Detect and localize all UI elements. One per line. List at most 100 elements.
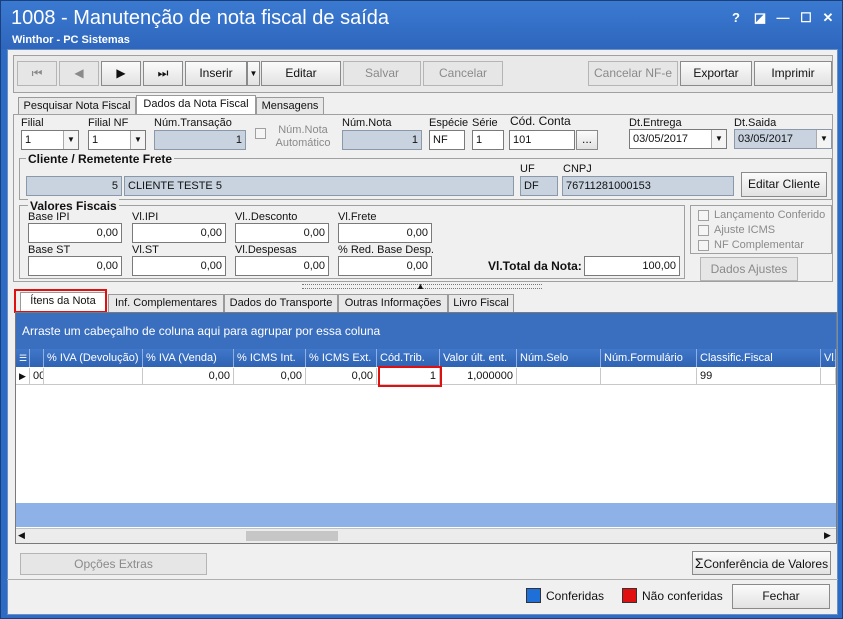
chevron-down-icon[interactable]: ▼ — [816, 130, 831, 148]
vl-desconto-label: Vl..Desconto — [235, 211, 298, 223]
cnpj-field[interactable]: 76711281000153 — [562, 176, 734, 196]
nf-compl-checkbox[interactable] — [698, 240, 709, 251]
horizontal-scrollbar[interactable]: ◀ ▶ — [16, 528, 836, 543]
tab-livro-fiscal[interactable]: Livro Fiscal — [448, 294, 514, 312]
tab-inf-complementares[interactable]: Inf. Complementares — [108, 294, 224, 312]
col-header-classific-fiscal[interactable]: Classific.Fiscal — [697, 349, 821, 367]
dados-ajustes-button[interactable]: Dados Ajustes — [700, 257, 798, 281]
serie-field[interactable]: 1 — [472, 130, 504, 150]
first-record-button[interactable]: ⏮ — [17, 61, 57, 86]
table-cell[interactable]: 0,00 — [234, 368, 306, 385]
dt-saida-field[interactable]: 03/05/2017 ▼ — [734, 129, 832, 149]
table-cell[interactable]: 0,00 — [143, 368, 234, 385]
row-indicator-icon[interactable]: ▶ — [16, 368, 30, 385]
opcoes-extras-button[interactable]: Opções Extras — [20, 553, 207, 575]
col-header-iva-devolucao[interactable]: % IVA (Devolução) — [44, 349, 143, 367]
ajuste-checkbox[interactable] — [698, 225, 709, 236]
group-panel[interactable]: Arraste um cabeçalho de coluna aqui para… — [16, 313, 836, 349]
conferidas-label: Conferidas — [546, 589, 605, 603]
dt-entrega-field[interactable]: 03/05/2017 ▼ — [629, 129, 727, 149]
col-header-iva-venda[interactable]: % IVA (Venda) — [143, 349, 234, 367]
help-icon[interactable]: ? — [727, 9, 745, 27]
filial-select[interactable]: 1 ▼ — [21, 130, 79, 150]
insert-dropdown-icon[interactable]: ▼ — [247, 61, 260, 86]
restore-icon[interactable]: ◪ — [751, 9, 769, 27]
conferencia-valores-button[interactable]: ΣConferência de Valores — [692, 551, 831, 575]
table-cell[interactable]: 1,000000 — [440, 368, 517, 385]
col-header-icms-int[interactable]: % ICMS Int. — [234, 349, 306, 367]
col-header-icms-ext[interactable]: % ICMS Ext. — [306, 349, 377, 367]
ajuste-label: Ajuste ICMS — [714, 224, 776, 236]
scroll-right-icon[interactable]: ▶ — [824, 530, 831, 541]
col-header-blank[interactable] — [30, 349, 44, 367]
insert-button[interactable]: Inserir — [185, 61, 247, 86]
last-record-button[interactable]: ⏭ — [143, 61, 183, 86]
vl-desconto-field[interactable]: 0,00 — [235, 223, 329, 243]
uf-label: UF — [520, 163, 535, 175]
cod-conta-label: Cód. Conta — [510, 114, 571, 128]
table-cell[interactable] — [601, 368, 697, 385]
export-button[interactable]: Exportar — [680, 61, 752, 86]
num-transacao-field[interactable]: 1 — [154, 130, 246, 150]
chevron-down-icon[interactable]: ▼ — [130, 131, 145, 149]
chevron-down-icon[interactable]: ▼ — [63, 131, 78, 149]
itens-highlight — [14, 289, 107, 313]
table-cell[interactable]: 99 — [697, 368, 821, 385]
col-header-vl[interactable]: Vl. — [821, 349, 836, 367]
vl-despesas-field[interactable]: 0,00 — [235, 256, 329, 276]
edit-client-button[interactable]: Editar Cliente — [741, 172, 827, 197]
col-header-num-formulario[interactable]: Núm.Formulário — [601, 349, 697, 367]
close-button[interactable]: Fechar — [732, 584, 830, 609]
table-cell[interactable] — [821, 368, 836, 385]
vl-st-field[interactable]: 0,00 — [132, 256, 226, 276]
tab-search[interactable]: Pesquisar Nota Fiscal — [18, 97, 136, 115]
uf-field[interactable]: DF — [520, 176, 558, 196]
close-icon[interactable]: ✕ — [819, 9, 837, 27]
vl-frete-label: Vl.Frete — [338, 211, 377, 223]
col-header-valor-ult-ent[interactable]: Valor últ. ent. — [440, 349, 517, 367]
tab-outras-informacoes[interactable]: Outras Informações — [338, 294, 448, 312]
cancel-nfe-button[interactable]: Cancelar NF-e — [588, 61, 678, 86]
vl-ipi-field[interactable]: 0,00 — [132, 223, 226, 243]
chevron-down-icon[interactable]: ▼ — [711, 130, 726, 148]
cnpj-label: CNPJ — [563, 163, 592, 175]
tab-data[interactable]: Dados da Nota Fiscal — [136, 95, 256, 115]
tab-dados-transporte[interactable]: Dados do Transporte — [224, 294, 338, 312]
table-cell[interactable] — [517, 368, 601, 385]
save-button[interactable]: Salvar — [343, 61, 421, 86]
red-base-field[interactable]: 0,00 — [338, 256, 432, 276]
client-code-field[interactable]: 5 — [26, 176, 122, 196]
col-header-cod-trib[interactable]: Cód.Trib. — [377, 349, 440, 367]
maximize-icon[interactable]: ☐ — [797, 9, 815, 27]
table-cell[interactable]: 0,00 — [306, 368, 377, 385]
next-record-button[interactable]: ▶ — [101, 61, 141, 86]
filial-nf-select[interactable]: 1 ▼ — [88, 130, 146, 150]
edit-button[interactable]: Editar — [261, 61, 341, 86]
red-base-label: % Red. Base Desp. — [338, 244, 434, 256]
chevron-up-icon[interactable]: ▲ — [416, 281, 425, 291]
num-nota-auto-checkbox[interactable] — [255, 128, 266, 139]
table-cell[interactable]: 00 — [30, 368, 44, 385]
base-ipi-field[interactable]: 0,00 — [28, 223, 122, 243]
cancel-button[interactable]: Cancelar — [423, 61, 503, 86]
cod-conta-field[interactable]: 101 — [509, 130, 575, 150]
prev-record-button[interactable]: ◀ — [59, 61, 99, 86]
base-st-field[interactable]: 0,00 — [28, 256, 122, 276]
col-header-num-selo[interactable]: Núm.Selo — [517, 349, 601, 367]
lancamento-checkbox[interactable] — [698, 210, 709, 221]
client-name-field[interactable]: CLIENTE TESTE 5 — [124, 176, 514, 196]
num-transacao-label: Núm.Transação — [154, 117, 232, 129]
minimize-icon[interactable]: — — [774, 9, 792, 27]
grid-menu-icon[interactable]: ☰ — [16, 349, 30, 367]
tab-messages[interactable]: Mensagens — [256, 97, 324, 115]
print-button[interactable]: Imprimir — [754, 61, 832, 86]
cod-conta-lookup-button[interactable]: ... — [576, 130, 598, 150]
num-nota-field[interactable]: 1 — [342, 130, 422, 150]
scroll-left-icon[interactable]: ◀ — [18, 530, 25, 541]
especie-field[interactable]: NF — [429, 130, 465, 150]
total-field[interactable]: 100,00 — [584, 256, 680, 276]
vl-frete-field[interactable]: 0,00 — [338, 223, 432, 243]
table-cell[interactable] — [44, 368, 143, 385]
divider — [7, 579, 838, 580]
scroll-thumb[interactable] — [246, 531, 338, 541]
